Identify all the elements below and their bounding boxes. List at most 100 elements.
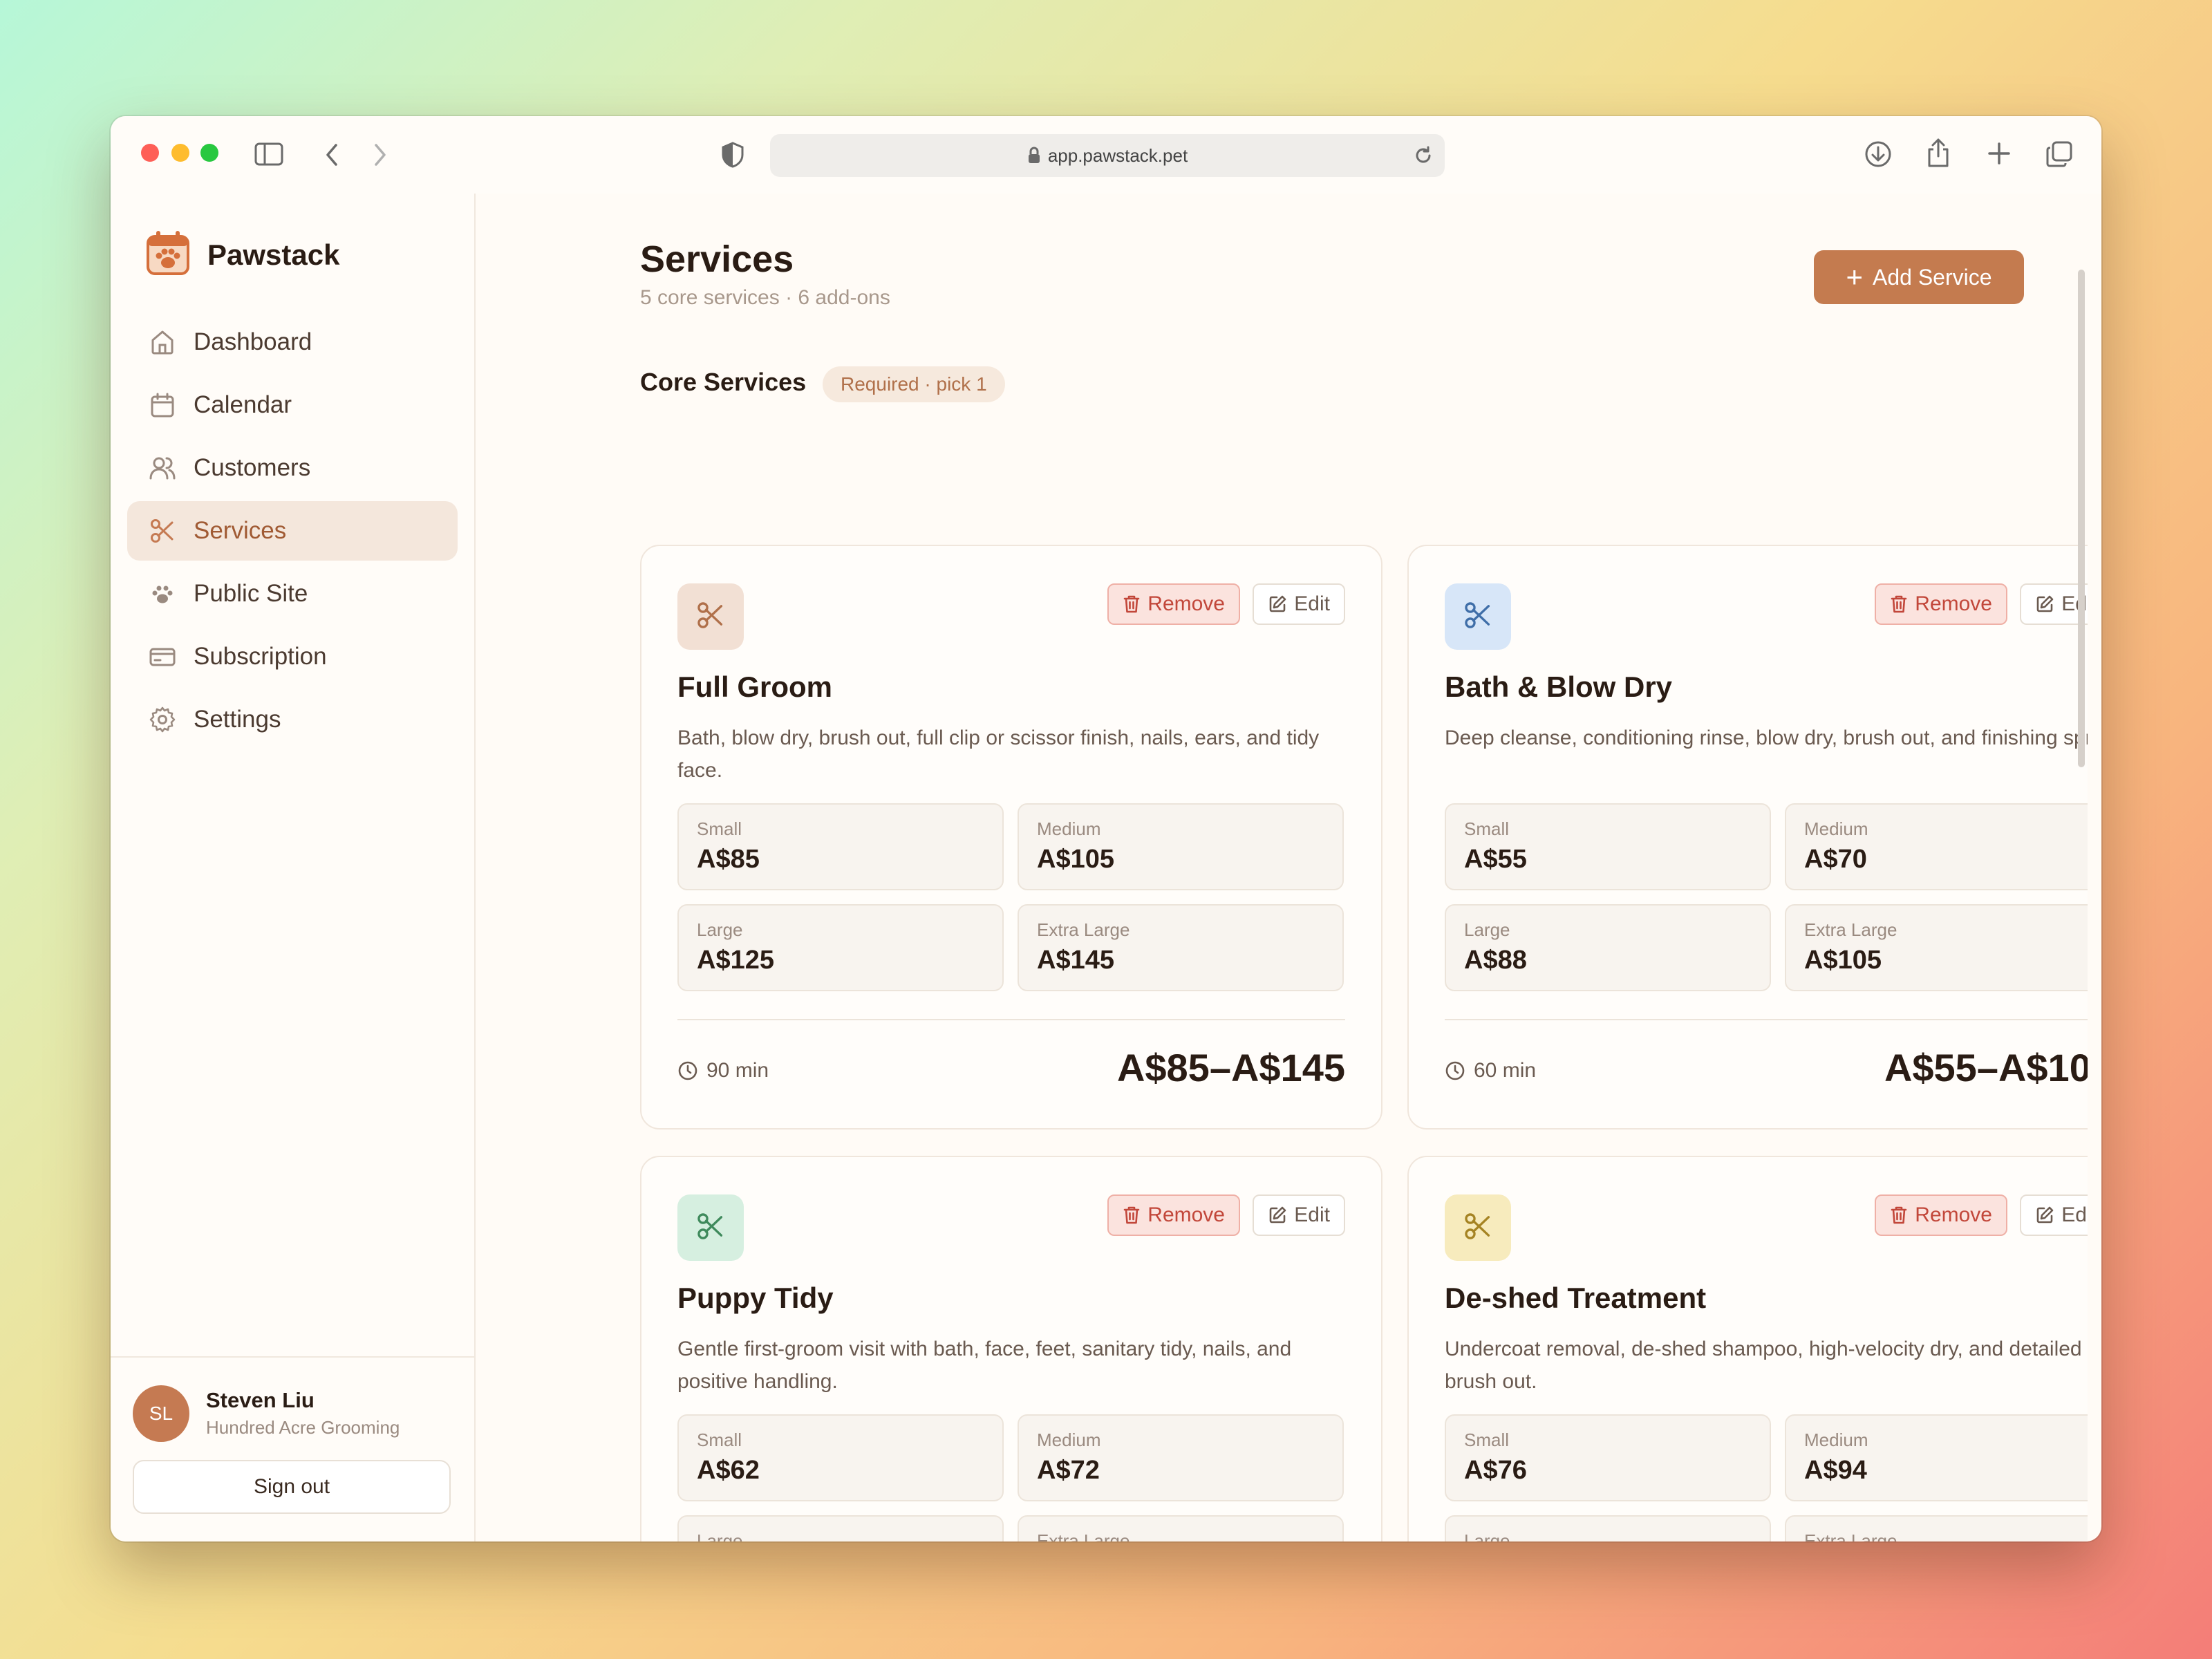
size-label: Extra Large: [1037, 1530, 1130, 1541]
price-tier: LargeA$118: [1445, 1515, 1771, 1541]
sidebar-item-dashboard[interactable]: Dashboard: [127, 312, 458, 372]
page-subtitle: 5 core services · 6 add-ons: [640, 286, 890, 309]
price-tier: Extra LargeA$98: [1018, 1515, 1344, 1541]
add-service-label: Add Service: [1873, 264, 1992, 290]
size-price: A$55: [1464, 845, 1527, 874]
price-tier: Extra LargeA$140: [1785, 1515, 2088, 1541]
pawstack-logo-icon: [145, 229, 191, 280]
brand-name: Pawstack: [207, 238, 340, 271]
service-duration: 90 min: [677, 1059, 769, 1082]
avatar[interactable]: SL: [133, 1385, 189, 1442]
required-badge: Required · pick 1: [823, 366, 1005, 402]
browser-toolbar: app.pawstack.pet: [111, 116, 2101, 194]
size-price: A$145: [1037, 946, 1114, 975]
remove-label: Remove: [1915, 1203, 1992, 1226]
edit-service-button[interactable]: Edit: [2020, 1194, 2088, 1236]
sidebar-item-settings[interactable]: Settings: [127, 690, 458, 749]
lock-icon: [1027, 147, 1041, 165]
price-tier: Medium A$70: [1785, 803, 2088, 890]
user-panel: SL Steven Liu Hundred Acre Grooming Sign…: [111, 1356, 474, 1541]
price-tier: Small A$76: [1445, 1414, 1771, 1501]
service-description: Bath, blow dry, brush out, full clip or …: [677, 727, 1320, 782]
size-price: A$70: [1804, 845, 1867, 874]
add-service-button[interactable]: + Add Service: [1814, 250, 2024, 304]
service-description: Deep cleanse, conditioning rinse, blow d…: [1445, 727, 2088, 749]
maximize-window-button[interactable]: [200, 144, 218, 162]
scrollbar[interactable]: [2078, 270, 2085, 767]
download-icon[interactable]: [1864, 140, 1893, 172]
browser-window: app.pawstack.pet Pawstack Dashboard Cale…: [111, 116, 2101, 1541]
credit-card-icon: [148, 642, 177, 671]
size-price: A$94: [1804, 1456, 1867, 1485]
edit-icon: [1268, 1206, 1287, 1225]
size-price: A$62: [697, 1456, 760, 1485]
size-label: Extra Large: [1804, 1530, 1897, 1541]
edit-service-button[interactable]: Edit: [1253, 583, 1345, 625]
service-name: De-shed Treatment: [1445, 1282, 1707, 1314]
service-icon-box: [677, 1194, 744, 1261]
home-icon: [148, 328, 177, 357]
price-tier: Small A$62: [677, 1414, 1004, 1501]
service-card: Remove Edit De-shed Treatment Undercoat rem…: [1407, 1156, 2088, 1541]
sidebar-item-customers[interactable]: Customers: [127, 438, 458, 498]
sidebar-item-public-site[interactable]: Public Site: [127, 564, 458, 624]
size-label: Small: [1464, 818, 1510, 839]
share-icon[interactable]: [1924, 137, 1952, 172]
sidebar-item-label: Subscription: [194, 643, 327, 670]
back-icon[interactable]: [322, 141, 343, 172]
sign-out-button[interactable]: Sign out: [133, 1460, 451, 1514]
gear-icon: [148, 705, 177, 734]
size-label: Small: [697, 1430, 742, 1450]
shield-icon[interactable]: [720, 141, 745, 172]
sidebar: Pawstack Dashboard Calendar Customers Se…: [111, 194, 476, 1541]
brand[interactable]: Pawstack: [145, 229, 339, 280]
remove-service-button[interactable]: Remove: [1107, 1194, 1240, 1236]
reload-icon[interactable]: [1413, 145, 1434, 171]
scissors-icon: [148, 516, 177, 545]
service-card: Remove Edit Puppy Tidy Gentle first-groom v…: [640, 1156, 1382, 1541]
size-price: A$72: [1037, 1456, 1100, 1485]
remove-label: Remove: [1147, 1203, 1225, 1226]
sidebar-item-calendar[interactable]: Calendar: [127, 375, 458, 435]
trash-icon: [1890, 594, 1908, 614]
sidebar-item-subscription[interactable]: Subscription: [127, 627, 458, 686]
size-price: A$105: [1804, 946, 1882, 975]
duration-text: 60 min: [1474, 1059, 1537, 1082]
price-tier: Extra Large A$105: [1785, 904, 2088, 991]
sidebar-item-label: Settings: [194, 706, 281, 733]
sidebar-item-services[interactable]: Services: [127, 501, 458, 561]
section-title: Core Services: [640, 368, 807, 396]
size-price: A$105: [1037, 845, 1114, 874]
sidebar-item-label: Calendar: [194, 391, 292, 418]
remove-service-button[interactable]: Remove: [1875, 583, 2007, 625]
tab-overview-icon[interactable]: [2045, 140, 2074, 172]
remove-service-button[interactable]: Remove: [1875, 1194, 2007, 1236]
trash-icon: [1123, 594, 1141, 614]
service-card: RemoveEditBath & Blow DryDeep cleanse, c…: [1407, 545, 2088, 1130]
sidebar-item-label: Customers: [194, 454, 311, 481]
sidebar-toggle-icon[interactable]: [254, 141, 283, 171]
remove-label: Remove: [1147, 592, 1225, 615]
new-tab-icon[interactable]: [1985, 140, 2013, 171]
sidebar-item-label: Services: [194, 517, 287, 544]
size-price: A$88: [1464, 946, 1527, 975]
sidebar-item-label: Public Site: [194, 580, 308, 607]
plus-icon: +: [1846, 261, 1863, 293]
minimize-window-button[interactable]: [171, 144, 189, 162]
users-icon: [148, 453, 177, 482]
scissors-icon: [695, 600, 726, 634]
size-price: A$85: [697, 845, 760, 874]
edit-icon: [2035, 594, 2054, 614]
address-bar[interactable]: app.pawstack.pet: [770, 134, 1445, 177]
service-name: Full Groom: [677, 671, 832, 703]
size-label: Medium: [1037, 818, 1101, 839]
forward-icon[interactable]: [369, 141, 390, 172]
price-tier: Large A$88: [1445, 904, 1771, 991]
edit-service-button[interactable]: Edit: [1253, 1194, 1345, 1236]
page-title: Services: [640, 238, 794, 280]
size-label: Medium: [1804, 818, 1868, 839]
size-label: Large: [697, 1530, 743, 1541]
remove-service-button[interactable]: Remove: [1107, 583, 1240, 625]
size-label: Extra Large: [1037, 919, 1130, 940]
close-window-button[interactable]: [141, 144, 159, 162]
